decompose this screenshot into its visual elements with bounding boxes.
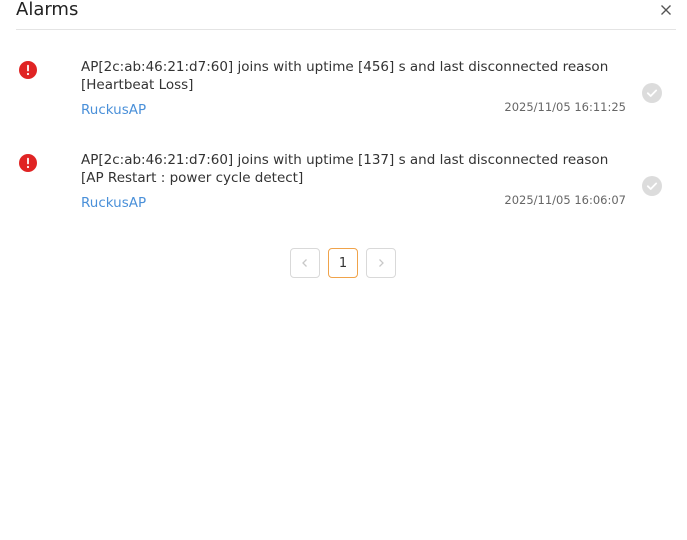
panel-title: Alarms bbox=[16, 0, 79, 20]
prev-page-button[interactable] bbox=[290, 248, 320, 278]
panel-header: Alarms bbox=[16, 0, 676, 30]
close-button[interactable] bbox=[658, 2, 674, 18]
alert-circle-icon bbox=[19, 154, 37, 172]
alert-circle-icon bbox=[19, 61, 37, 79]
chevron-right-icon bbox=[379, 259, 384, 267]
alarm-source-link[interactable]: RuckusAP bbox=[81, 101, 146, 119]
alarm-timestamp: 2025/11/05 16:11:25 bbox=[504, 100, 626, 114]
next-page-button[interactable] bbox=[366, 248, 396, 278]
check-circle-icon bbox=[642, 176, 662, 196]
check-circle-icon bbox=[642, 83, 662, 103]
alarm-source-link[interactable]: RuckusAP bbox=[81, 194, 146, 212]
alarm-message: AP[2c:ab:46:21:d7:60] joins with uptime … bbox=[81, 59, 609, 93]
pagination: 1 bbox=[290, 248, 396, 280]
alarm-message: AP[2c:ab:46:21:d7:60] joins with uptime … bbox=[81, 152, 609, 186]
acknowledge-button[interactable] bbox=[642, 176, 662, 196]
chevron-left-icon bbox=[302, 259, 307, 267]
alarm-timestamp: 2025/11/05 16:06:07 bbox=[504, 193, 626, 207]
acknowledge-button[interactable] bbox=[642, 83, 662, 103]
page-1-button[interactable]: 1 bbox=[328, 248, 358, 278]
alarms-panel: Alarms AP[2c:ab:46:21:d7:60] joins with … bbox=[0, 0, 687, 540]
close-icon bbox=[661, 5, 671, 15]
